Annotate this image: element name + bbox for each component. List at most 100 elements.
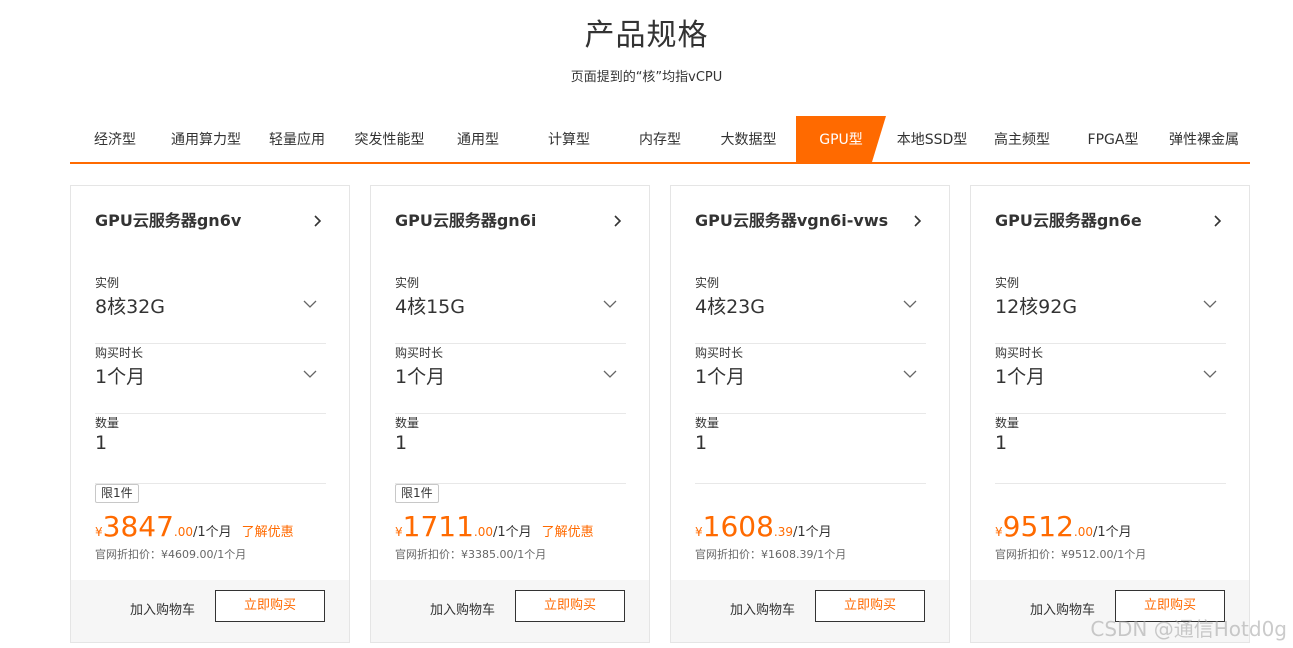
watermark: CSDN @通信Hotd0g bbox=[1090, 617, 1287, 641]
duration-select[interactable]: 购买时长 1个月 bbox=[95, 344, 326, 414]
quantity-field[interactable]: 数量 1 bbox=[395, 414, 626, 484]
chevron-right-icon[interactable] bbox=[1209, 213, 1225, 229]
quantity-value[interactable]: 1 bbox=[695, 432, 707, 454]
page-subtitle: 页面提到的“核”均指vCPU bbox=[570, 70, 723, 85]
page-title: 产品规格 bbox=[584, 18, 709, 53]
chevron-right-icon[interactable] bbox=[909, 213, 925, 229]
card-footer: 加入购物车 立即购买 bbox=[71, 580, 349, 642]
card-title[interactable]: GPU云服务器gn6i bbox=[395, 208, 625, 234]
price-decimal: .00 bbox=[1073, 525, 1093, 539]
chevron-down-icon[interactable] bbox=[1202, 366, 1218, 382]
card-title[interactable]: GPU云服务器vgn6i-vws bbox=[695, 208, 925, 234]
limit-badge: 限1件 bbox=[395, 484, 439, 503]
price: ¥1711.00/1个月 了解优惠 bbox=[395, 510, 594, 544]
buy-now-button[interactable]: 立即购买 bbox=[815, 590, 925, 622]
duration-label: 购买时长 bbox=[395, 346, 444, 360]
card-header[interactable]: GPU云服务器gn6v bbox=[95, 208, 325, 234]
chevron-down-icon[interactable] bbox=[902, 296, 918, 312]
duration-label: 购买时长 bbox=[695, 346, 744, 360]
quantity-field[interactable]: 数量 1 bbox=[695, 414, 926, 484]
tab-burstable[interactable]: 突发性能型 bbox=[342, 116, 437, 162]
chevron-right-icon[interactable] bbox=[609, 213, 625, 229]
instance-value: 4核23G bbox=[695, 296, 765, 318]
official-price: 官网折扣价：¥9512.00/1个月 bbox=[995, 548, 1147, 561]
instance-label: 实例 bbox=[995, 276, 1020, 290]
chevron-down-icon[interactable] bbox=[902, 366, 918, 382]
currency-symbol: ¥ bbox=[995, 525, 1003, 539]
card-header[interactable]: GPU云服务器vgn6i-vws bbox=[695, 208, 925, 234]
price-integer: 3847 bbox=[102, 510, 174, 543]
add-to-cart-button[interactable]: 加入购物车 bbox=[430, 599, 495, 618]
price-decimal: .00 bbox=[473, 525, 493, 539]
tab-local-ssd[interactable]: 本地SSD型 bbox=[888, 116, 976, 162]
price-unit: /1个月 bbox=[493, 525, 532, 540]
price-integer: 1608 bbox=[702, 510, 774, 543]
duration-select[interactable]: 购买时长 1个月 bbox=[695, 344, 926, 414]
add-to-cart-button[interactable]: 加入购物车 bbox=[130, 599, 195, 618]
chevron-right-icon[interactable] bbox=[309, 213, 325, 229]
tab-lightweight[interactable]: 轻量应用 bbox=[252, 116, 342, 162]
add-to-cart-button[interactable]: 加入购物车 bbox=[1030, 599, 1095, 618]
instance-select[interactable]: 实例 8核32G bbox=[95, 274, 326, 344]
instance-select[interactable]: 实例 4核15G bbox=[395, 274, 626, 344]
price: ¥9512.00/1个月 bbox=[995, 510, 1132, 544]
tab-bare-metal[interactable]: 弹性裸金属 bbox=[1158, 116, 1250, 162]
buy-now-button[interactable]: 立即购买 bbox=[215, 590, 325, 622]
card-footer: 加入购物车 立即购买 bbox=[371, 580, 649, 642]
quantity-value[interactable]: 1 bbox=[995, 432, 1007, 454]
card-header[interactable]: GPU云服务器gn6i bbox=[395, 208, 625, 234]
tab-memory[interactable]: 内存型 bbox=[619, 116, 701, 162]
instance-select[interactable]: 实例 12核92G bbox=[995, 274, 1226, 344]
instance-select[interactable]: 实例 4核23G bbox=[695, 274, 926, 344]
quantity-label: 数量 bbox=[695, 416, 720, 430]
price-unit: /1个月 bbox=[193, 525, 232, 540]
chevron-down-icon[interactable] bbox=[302, 296, 318, 312]
card-title[interactable]: GPU云服务器gn6v bbox=[95, 208, 325, 234]
quantity-label: 数量 bbox=[995, 416, 1020, 430]
price-unit: /1个月 bbox=[1093, 525, 1132, 540]
promo-link[interactable]: 了解优惠 bbox=[542, 525, 594, 540]
product-card-gn6v: GPU云服务器gn6v 实例 8核32G 购买时长 1个月 数量 1 限1件 ¥… bbox=[70, 185, 350, 643]
instance-label: 实例 bbox=[395, 276, 420, 290]
instance-value: 12核92G bbox=[995, 296, 1078, 318]
duration-value: 1个月 bbox=[695, 366, 746, 388]
quantity-value[interactable]: 1 bbox=[395, 432, 407, 454]
official-price: 官网折扣价：¥4609.00/1个月 bbox=[95, 548, 247, 561]
chevron-down-icon[interactable] bbox=[1202, 296, 1218, 312]
tab-big-data[interactable]: 大数据型 bbox=[701, 116, 796, 162]
divider bbox=[995, 483, 1226, 484]
currency-symbol: ¥ bbox=[95, 525, 103, 539]
quantity-label: 数量 bbox=[395, 416, 420, 430]
tab-high-frequency[interactable]: 高主频型 bbox=[976, 116, 1068, 162]
price-unit: /1个月 bbox=[793, 525, 832, 540]
instance-label: 实例 bbox=[695, 276, 720, 290]
duration-select[interactable]: 购买时长 1个月 bbox=[395, 344, 626, 414]
official-price: 官网折扣价：¥3385.00/1个月 bbox=[395, 548, 547, 561]
chevron-down-icon[interactable] bbox=[302, 366, 318, 382]
price: ¥3847.00/1个月 了解优惠 bbox=[95, 510, 294, 544]
quantity-field[interactable]: 数量 1 bbox=[995, 414, 1226, 484]
tab-general-compute[interactable]: 通用算力型 bbox=[160, 116, 252, 162]
official-price: 官网折扣价：¥1608.39/1个月 bbox=[695, 548, 847, 561]
duration-select[interactable]: 购买时长 1个月 bbox=[995, 344, 1226, 414]
quantity-label: 数量 bbox=[95, 416, 120, 430]
quantity-value[interactable]: 1 bbox=[95, 432, 107, 454]
card-header[interactable]: GPU云服务器gn6e bbox=[995, 208, 1225, 234]
tab-fpga[interactable]: FPGA型 bbox=[1068, 116, 1158, 162]
quantity-field[interactable]: 数量 1 bbox=[95, 414, 326, 484]
chevron-down-icon[interactable] bbox=[602, 366, 618, 382]
card-title[interactable]: GPU云服务器gn6e bbox=[995, 208, 1225, 234]
promo-link[interactable]: 了解优惠 bbox=[242, 525, 294, 540]
tab-gpu[interactable]: GPU型 bbox=[796, 116, 886, 162]
tab-compute[interactable]: 计算型 bbox=[519, 116, 619, 162]
add-to-cart-button[interactable]: 加入购物车 bbox=[730, 599, 795, 618]
product-card-gn6e: GPU云服务器gn6e 实例 12核92G 购买时长 1个月 数量 1 ¥951… bbox=[970, 185, 1250, 643]
price-integer: 1711 bbox=[402, 510, 474, 543]
card-footer: 加入购物车 立即购买 bbox=[671, 580, 949, 642]
tab-general-purpose[interactable]: 通用型 bbox=[437, 116, 519, 162]
chevron-down-icon[interactable] bbox=[602, 296, 618, 312]
tab-economy[interactable]: 经济型 bbox=[70, 116, 160, 162]
instance-value: 4核15G bbox=[395, 296, 465, 318]
product-card-vgn6i-vws: GPU云服务器vgn6i-vws 实例 4核23G 购买时长 1个月 数量 1 … bbox=[670, 185, 950, 643]
buy-now-button[interactable]: 立即购买 bbox=[515, 590, 625, 622]
